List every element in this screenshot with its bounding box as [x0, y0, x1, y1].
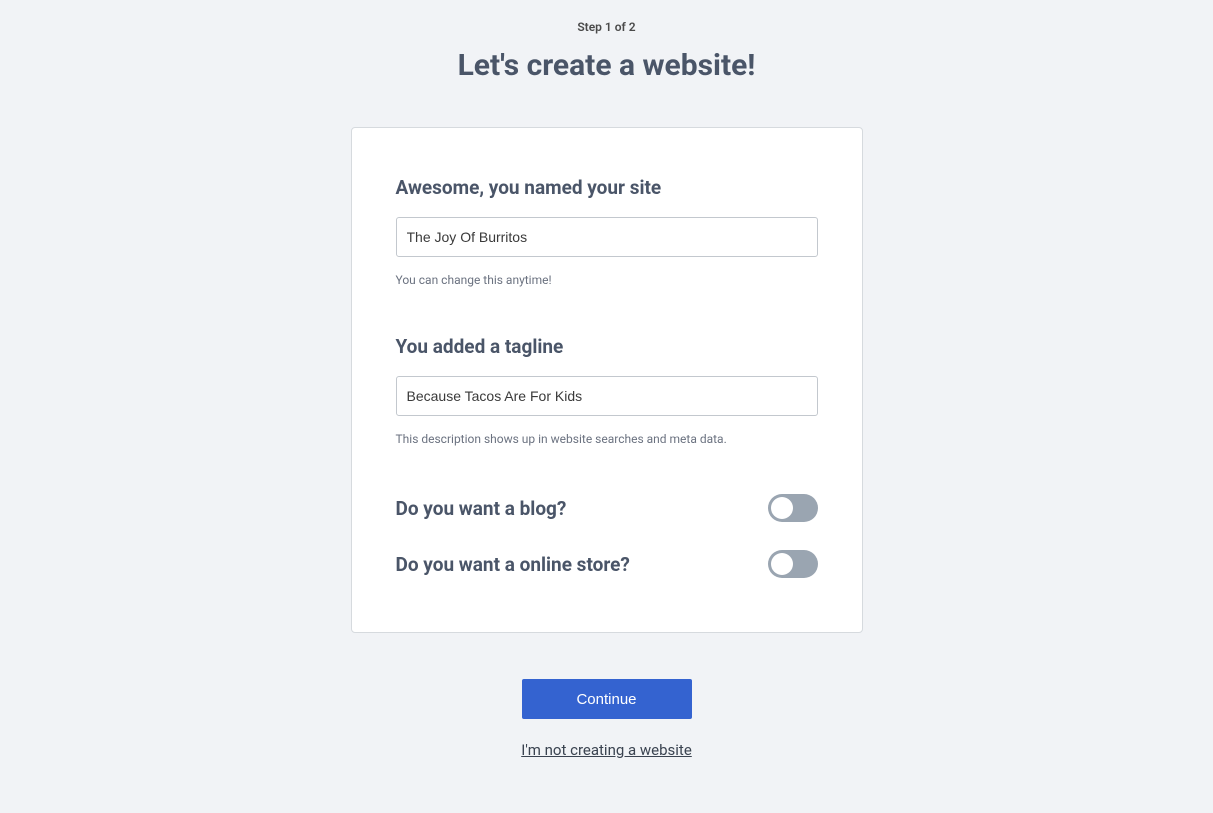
toggle-knob-icon: [771, 497, 793, 519]
site-name-section: Awesome, you named your site You can cha…: [396, 176, 818, 287]
toggle-knob-icon: [771, 553, 793, 575]
form-card: Awesome, you named your site You can cha…: [351, 127, 863, 633]
blog-toggle[interactable]: [768, 494, 818, 522]
tagline-heading: You added a tagline: [396, 335, 818, 358]
store-toggle-label: Do you want a online store?: [396, 553, 630, 576]
site-name-helper: You can change this anytime!: [396, 273, 818, 287]
continue-button[interactable]: Continue: [522, 679, 692, 719]
tagline-section: You added a tagline This description sho…: [396, 335, 818, 446]
skip-link[interactable]: I'm not creating a website: [521, 741, 692, 759]
tagline-helper: This description shows up in website sea…: [396, 432, 818, 446]
site-name-input[interactable]: [396, 217, 818, 257]
store-toggle[interactable]: [768, 550, 818, 578]
store-toggle-row: Do you want a online store?: [396, 550, 818, 578]
step-indicator: Step 1 of 2: [577, 20, 635, 34]
blog-toggle-label: Do you want a blog?: [396, 497, 567, 520]
site-name-heading: Awesome, you named your site: [396, 176, 818, 199]
page-title: Let's create a website!: [458, 48, 756, 83]
blog-toggle-row: Do you want a blog?: [396, 494, 818, 522]
tagline-input[interactable]: [396, 376, 818, 416]
